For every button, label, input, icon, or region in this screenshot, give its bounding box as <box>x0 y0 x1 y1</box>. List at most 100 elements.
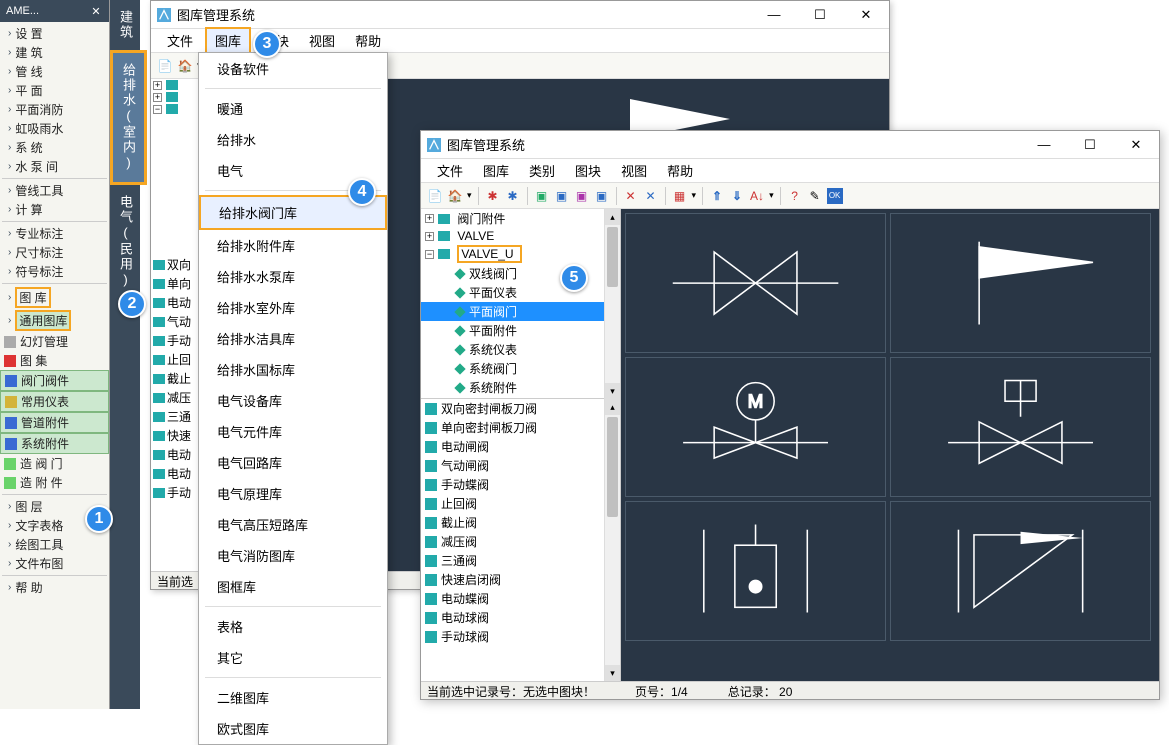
sidebar-item-help[interactable]: ›帮 助 <box>0 578 109 597</box>
maximize-button[interactable]: ☐ <box>797 1 843 29</box>
sidebar-item[interactable]: ›水 泵 间 <box>0 157 109 176</box>
item-list[interactable]: 双向密封闸板刀阀单向密封闸板刀阀电动闸阀气动闸阀手动蝶阀止回阀截止阀减压阀三通阀… <box>421 399 604 681</box>
menu-item[interactable]: 电气回路库 <box>199 447 387 478</box>
sidebar-item[interactable]: ›设 置 <box>0 24 109 43</box>
list-item[interactable]: 手动蝶阀 <box>421 475 604 494</box>
side-tab-jipaishui[interactable]: 给排水(室内) <box>110 50 147 185</box>
sidebar-item-tongyong[interactable]: ›通用图库 <box>0 309 109 332</box>
minimize-button[interactable]: — <box>751 1 797 29</box>
scrollbar[interactable]: ▴▾ <box>604 209 620 399</box>
new-icon[interactable]: 📄 <box>427 188 443 204</box>
menu-item[interactable]: 电气原理库 <box>199 478 387 509</box>
menu-leibie[interactable]: 类别 <box>521 159 563 182</box>
list-item[interactable]: 手动球阀 <box>421 627 604 646</box>
home-icon[interactable]: 🏠 <box>177 58 193 74</box>
list-item[interactable]: 减压阀 <box>421 532 604 551</box>
help-icon[interactable]: ? <box>787 188 803 204</box>
star-blue-icon[interactable]: ✱ <box>505 188 521 204</box>
menu-help[interactable]: 帮助 <box>659 159 701 182</box>
thumb-t-valve[interactable] <box>890 357 1151 497</box>
sidebar-item[interactable]: ›尺寸标注 <box>0 243 109 262</box>
delete-blue-icon[interactable]: ✕ <box>643 188 659 204</box>
star-red-icon[interactable]: ✱ <box>485 188 501 204</box>
thumb-flag[interactable] <box>890 213 1151 353</box>
side-tab-jianzhu[interactable]: 建筑 <box>110 0 141 50</box>
block1-icon[interactable]: ▣ <box>534 188 550 204</box>
sidebar-item[interactable]: 阀门阀件 <box>0 370 109 391</box>
sidebar-item[interactable]: ›符号标注 <box>0 262 109 281</box>
menu-help[interactable]: 帮助 <box>347 29 389 52</box>
sidebar-item[interactable]: 幻灯管理 <box>0 332 109 351</box>
menu-item[interactable]: 设备软件 <box>199 53 387 84</box>
side-tab-dianqi[interactable]: 电气(民用) <box>110 185 141 299</box>
list-item[interactable]: 截止阀 <box>421 513 604 532</box>
menu-view[interactable]: 视图 <box>301 29 343 52</box>
sidebar-item[interactable]: ›绘图工具 <box>0 535 109 554</box>
list-item[interactable]: 电动闸阀 <box>421 437 604 456</box>
ok-icon[interactable]: OK <box>827 188 843 204</box>
sidebar-item[interactable]: 系统附件 <box>0 433 109 454</box>
menu-item[interactable]: 电气高压短路库 <box>199 509 387 540</box>
menu-item[interactable]: 电气消防图库 <box>199 540 387 571</box>
arrow-up-icon[interactable]: ⇑ <box>709 188 725 204</box>
menu-item[interactable]: 给排水水泵库 <box>199 261 387 292</box>
menu-item[interactable]: 二维图库 <box>199 682 387 713</box>
sidebar-item[interactable]: ›管 线 <box>0 62 109 81</box>
thumb-check-valve[interactable] <box>625 501 886 641</box>
scrollbar[interactable]: ▴▾ <box>604 399 620 681</box>
list-item[interactable]: 双向密封闸板刀阀 <box>421 399 604 418</box>
block4-icon[interactable]: ▣ <box>594 188 610 204</box>
menu-tukuai[interactable]: 图块 <box>567 159 609 182</box>
sidebar-item[interactable]: 管道附件 <box>0 412 109 433</box>
close-icon[interactable]: ✕ <box>89 5 103 18</box>
sidebar-item[interactable]: ›虹吸雨水 <box>0 119 109 138</box>
grid-icon[interactable]: ▦ <box>672 188 688 204</box>
sidebar-item-tuku[interactable]: ›图 库 <box>0 286 109 309</box>
menu-item[interactable]: 其它 <box>199 642 387 673</box>
menu-item[interactable]: 给排水洁具库 <box>199 323 387 354</box>
close-button[interactable]: ✕ <box>1113 131 1159 159</box>
sidebar-item[interactable]: ›建 筑 <box>0 43 109 62</box>
menu-item[interactable]: 给排水室外库 <box>199 292 387 323</box>
sidebar-item[interactable]: 常用仪表 <box>0 391 109 412</box>
thumb-valve-bowtie[interactable] <box>625 213 886 353</box>
sidebar-item[interactable]: ›平 面 <box>0 81 109 100</box>
close-button[interactable]: ✕ <box>843 1 889 29</box>
sidebar-item[interactable]: ›计 算 <box>0 200 109 219</box>
list-item[interactable]: 三通阀 <box>421 551 604 570</box>
menu-item[interactable]: 给排水附件库 <box>199 230 387 261</box>
tree-node[interactable]: 系统阀门 <box>421 359 604 378</box>
arrow-down-icon[interactable]: ⇓ <box>729 188 745 204</box>
list-item[interactable]: 电动蝶阀 <box>421 589 604 608</box>
menu-item[interactable]: 图框库 <box>199 571 387 602</box>
menu-item[interactable]: 欧式图库 <box>199 713 387 744</box>
sort-icon[interactable]: A↓ <box>749 188 765 204</box>
tree-node[interactable]: 系统附件 <box>421 378 604 397</box>
delete-red-icon[interactable]: ✕ <box>623 188 639 204</box>
menu-item[interactable]: 暖通 <box>199 93 387 124</box>
minimize-button[interactable]: — <box>1021 131 1067 159</box>
list-item[interactable]: 单向密封闸板刀阀 <box>421 418 604 437</box>
list-item[interactable]: 气动闸阀 <box>421 456 604 475</box>
wand-icon[interactable]: ✎ <box>807 188 823 204</box>
tree-node[interactable]: 系统仪表 <box>421 340 604 359</box>
thumb-motor-valve[interactable]: M <box>625 357 886 497</box>
sidebar-item[interactable]: ›文件布图 <box>0 554 109 573</box>
menu-item[interactable]: 表格 <box>199 611 387 642</box>
tree-node[interactable]: 平面附件 <box>421 321 604 340</box>
menu-file[interactable]: 文件 <box>429 159 471 182</box>
maximize-button[interactable]: ☐ <box>1067 131 1113 159</box>
category-tree[interactable]: + 阀门附件 + VALVE − VALVE_U 双线阀门平面仪表平面阀门平面附… <box>421 209 604 399</box>
home-icon[interactable]: 🏠 <box>447 188 463 204</box>
block2-icon[interactable]: ▣ <box>554 188 570 204</box>
sidebar-item[interactable]: 造 阀 门 <box>0 454 109 473</box>
list-item[interactable]: 快速启闭阀 <box>421 570 604 589</box>
sidebar-item[interactable]: ›管线工具 <box>0 181 109 200</box>
menu-file[interactable]: 文件 <box>159 29 201 52</box>
list-item[interactable]: 电动球阀 <box>421 608 604 627</box>
new-icon[interactable]: 📄 <box>157 58 173 74</box>
menu-item[interactable]: 电气元件库 <box>199 416 387 447</box>
sidebar-item[interactable]: ›专业标注 <box>0 224 109 243</box>
preview-grid[interactable]: M <box>621 209 1159 681</box>
menu-tuku[interactable]: 图库 <box>205 27 251 54</box>
